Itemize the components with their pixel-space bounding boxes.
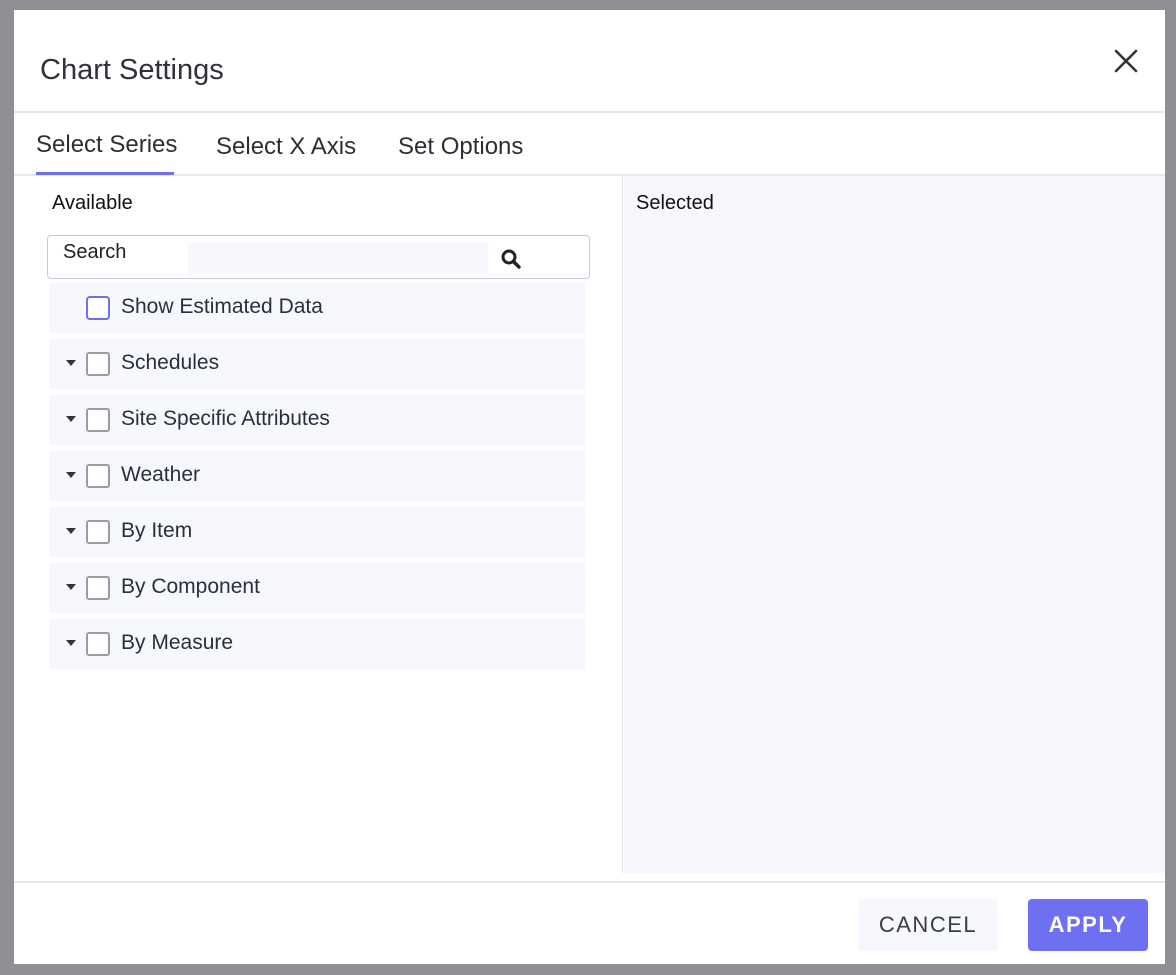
caret-down-icon[interactable] — [66, 528, 76, 534]
checkbox[interactable] — [86, 520, 110, 544]
checkbox[interactable] — [86, 296, 110, 320]
list-item-label: Schedules — [121, 351, 220, 374]
list-item-weather[interactable]: Weather — [49, 451, 585, 501]
selected-pane: Selected — [622, 176, 1165, 873]
cancel-button[interactable]: CANCEL — [858, 899, 998, 951]
checkbox[interactable] — [86, 632, 110, 656]
available-pane: Available Search Show Estimated Data Sch… — [14, 176, 622, 873]
list-item-by-component[interactable]: By Component — [49, 563, 585, 613]
list-item-label: Site Specific Attributes — [121, 407, 330, 430]
caret-down-icon[interactable] — [66, 472, 76, 478]
caret-down-icon[interactable] — [66, 416, 76, 422]
active-tab-indicator — [36, 172, 174, 175]
list-item-by-measure[interactable]: By Measure — [49, 619, 585, 669]
dialog-header: Chart Settings — [14, 10, 1165, 113]
caret-down-icon[interactable] — [66, 584, 76, 590]
selected-label: Selected — [636, 192, 714, 214]
caret-down-icon[interactable] — [66, 640, 76, 646]
search-box: Search — [47, 235, 590, 279]
list-item-label: Show Estimated Data — [121, 295, 323, 318]
search-icon[interactable] — [500, 248, 522, 270]
available-label: Available — [52, 192, 133, 214]
list-item-label: By Measure — [121, 631, 234, 654]
list-item-label: Weather — [121, 463, 200, 486]
caret-down-icon[interactable] — [66, 360, 76, 366]
tab-select-series[interactable]: Select Series — [36, 131, 177, 159]
tab-set-options[interactable]: Set Options — [398, 133, 523, 161]
chart-settings-dialog: Chart Settings Select Series Select X Ax… — [14, 10, 1165, 964]
dialog-title: Chart Settings — [40, 54, 224, 86]
search-input[interactable] — [188, 243, 488, 274]
list-item-show-estimated-data[interactable]: Show Estimated Data — [49, 283, 585, 333]
checkbox[interactable] — [86, 576, 110, 600]
list-item-site-specific-attributes[interactable]: Site Specific Attributes — [49, 395, 585, 445]
checkbox[interactable] — [86, 464, 110, 488]
checkbox[interactable] — [86, 408, 110, 432]
tab-select-x-axis[interactable]: Select X Axis — [216, 133, 356, 161]
list-item-label: By Item — [121, 519, 193, 542]
dialog-footer: CANCEL APPLY — [14, 881, 1165, 964]
apply-button[interactable]: APPLY — [1028, 899, 1148, 951]
close-icon[interactable] — [1113, 48, 1139, 74]
list-item-by-item[interactable]: By Item — [49, 507, 585, 557]
tab-bar: Select Series Select X Axis Set Options — [14, 113, 1165, 176]
list-item-label: By Component — [121, 575, 260, 598]
search-label: Search — [63, 241, 127, 263]
list-item-schedules[interactable]: Schedules — [49, 339, 585, 389]
checkbox[interactable] — [86, 352, 110, 376]
